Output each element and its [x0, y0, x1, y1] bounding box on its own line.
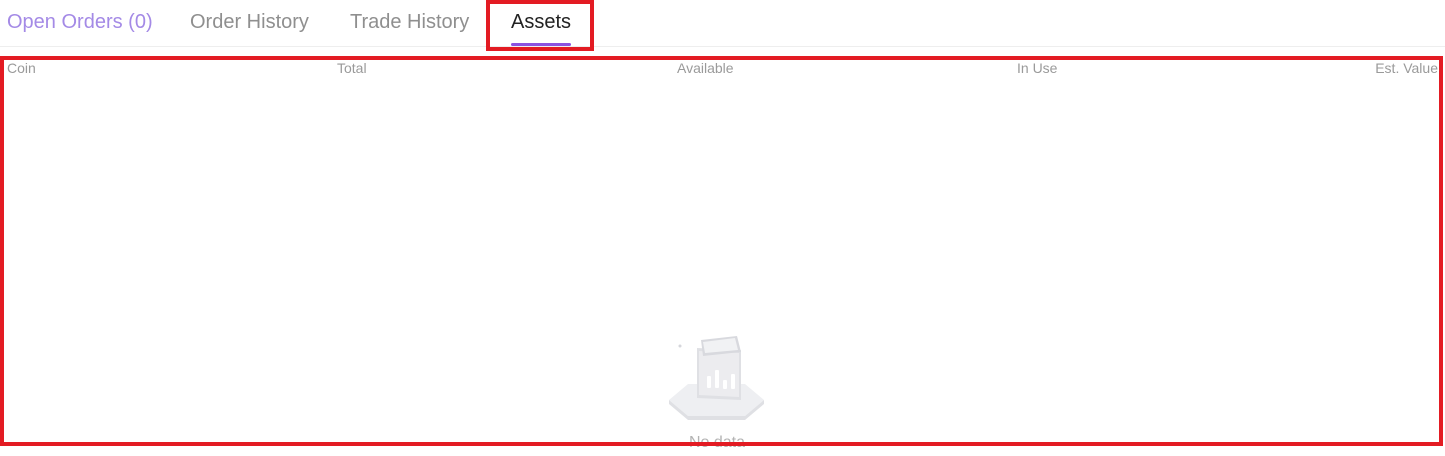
assets-tab-highlight — [486, 0, 594, 51]
tab-order-history[interactable]: Order History — [190, 0, 309, 46]
tab-open-orders[interactable]: Open Orders (0) — [7, 0, 153, 46]
tab-trade-history[interactable]: Trade History — [350, 0, 469, 46]
assets-table-highlight — [0, 56, 1443, 446]
assets-panel: Open Orders (0) Order History Trade Hist… — [0, 0, 1445, 456]
order-tabs: Open Orders (0) Order History Trade Hist… — [0, 0, 1445, 47]
